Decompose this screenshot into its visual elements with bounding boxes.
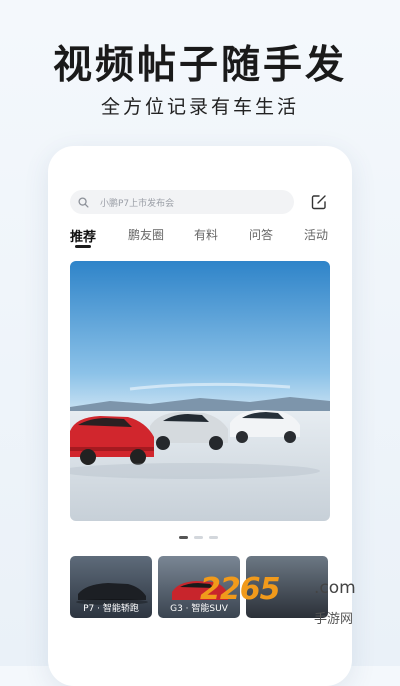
edit-icon[interactable]: [310, 193, 328, 211]
site-watermark: 2265 .com 手游网: [196, 570, 386, 630]
watermark-sub: 手游网: [314, 612, 354, 627]
card-label: P7 · 智能轿跑: [83, 604, 139, 614]
promo-subline: 全方位记录有车生活: [100, 96, 299, 118]
tab-qa[interactable]: 问答: [249, 226, 273, 243]
tab-events[interactable]: 活动: [304, 226, 328, 243]
carousel-indicator: [179, 536, 225, 540]
watermark-domain: .com: [314, 578, 356, 598]
carousel-dot: [194, 536, 203, 539]
active-tab-indicator: [75, 245, 91, 248]
watermark-brand: 2265: [200, 572, 280, 607]
search-input[interactable]: 小鹏P7上市发布会: [100, 196, 174, 209]
search-icon: [78, 196, 96, 208]
tab-youliao[interactable]: 有料: [194, 226, 218, 243]
promo-headline: 视频帖子随手发: [52, 43, 347, 88]
tab-recommend[interactable]: 推荐: [70, 226, 96, 245]
carousel-dot: [209, 536, 218, 539]
search-bar[interactable]: 小鹏P7上市发布会: [70, 190, 294, 214]
tab-pengyouquan[interactable]: 鹏友圈: [128, 226, 164, 243]
card-p7[interactable]: P7 · 智能轿跑: [70, 556, 152, 618]
tab-bar: 推荐 鹏友圈 有料 问答 活动: [48, 226, 352, 248]
featured-banner[interactable]: [70, 261, 330, 521]
carousel-dot-active: [179, 536, 188, 539]
